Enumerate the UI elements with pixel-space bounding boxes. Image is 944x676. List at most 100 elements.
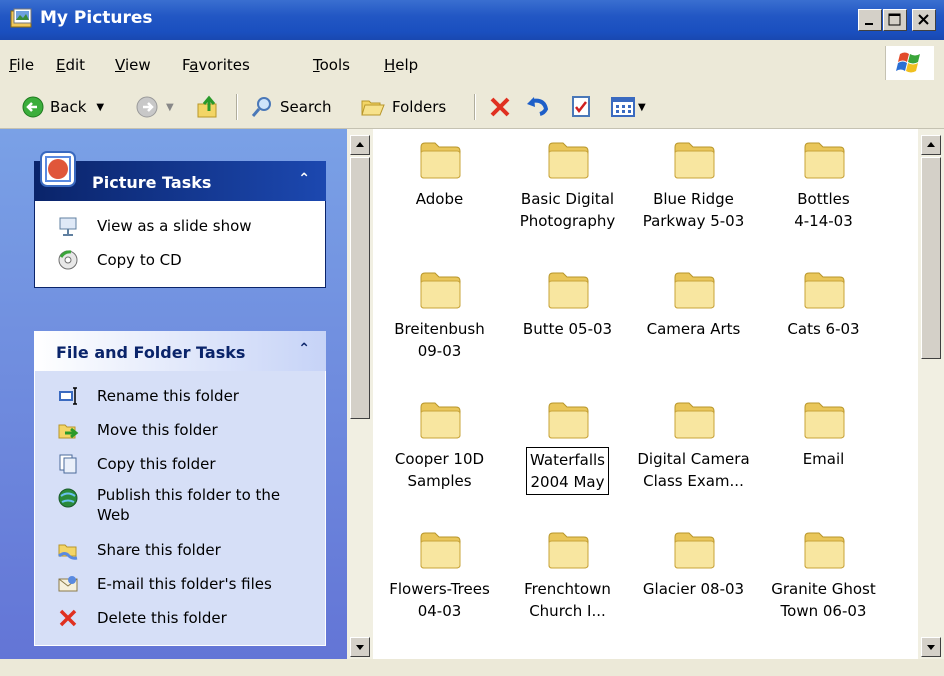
- windows-logo: [885, 46, 934, 80]
- folder-item[interactable]: Glacier 08-03: [631, 527, 756, 601]
- folder-label: Cooper 10D Samples: [394, 450, 485, 490]
- scroll-down-button[interactable]: [921, 637, 941, 657]
- delete-x-icon: [490, 97, 510, 117]
- scroll-up-button[interactable]: [921, 135, 941, 155]
- task-email-files[interactable]: E-mail this folder's files: [35, 567, 325, 601]
- back-dropdown-icon[interactable]: ▼: [96, 102, 104, 113]
- task-pane-scrollbar[interactable]: [347, 129, 373, 659]
- folder-label: Blue Ridge Parkway 5-03: [642, 190, 745, 230]
- scroll-down-button[interactable]: [350, 637, 370, 657]
- move-icon: [58, 424, 79, 439]
- task-label: Copy to CD: [97, 251, 182, 269]
- email-icon: [58, 576, 78, 592]
- folder-icon: [548, 532, 588, 569]
- folder-item[interactable]: Flowers-Trees 04-03: [377, 527, 502, 623]
- minimize-button[interactable]: [858, 9, 882, 31]
- properties-button[interactable]: [570, 94, 592, 120]
- folder-label: Basic Digital Photography: [519, 190, 616, 230]
- collapse-chevron-icon[interactable]: ⌃: [298, 171, 310, 187]
- views-button[interactable]: ▼: [610, 94, 646, 120]
- task-move-folder[interactable]: Move this folder: [35, 413, 325, 447]
- up-folder-button[interactable]: [196, 94, 220, 120]
- maximize-button[interactable]: [883, 9, 907, 31]
- folder-item[interactable]: Email: [761, 397, 886, 471]
- forward-button[interactable]: ▼: [136, 94, 174, 120]
- delete-button[interactable]: [488, 94, 512, 120]
- folder-icon: [674, 402, 714, 439]
- rename-icon: [59, 387, 77, 405]
- up-arrow-icon: [356, 142, 364, 147]
- undo-button[interactable]: [524, 94, 550, 120]
- file-folder-tasks-header[interactable]: File and Folder Tasks ⌃: [34, 331, 326, 371]
- task-view-slideshow[interactable]: View as a slide show: [35, 209, 325, 243]
- toolbar-separator: [474, 94, 476, 120]
- back-button[interactable]: Back ▼: [22, 94, 104, 120]
- delete-icon: [59, 609, 77, 627]
- scroll-thumb[interactable]: [921, 157, 941, 359]
- menu-favorites[interactable]: Favorites: [182, 56, 250, 74]
- folder-item[interactable]: Granite Ghost Town 06-03: [761, 527, 886, 623]
- views-dropdown-icon[interactable]: ▼: [638, 102, 646, 113]
- picture-tasks-header[interactable]: Picture Tasks ⌃: [34, 151, 326, 201]
- task-rename-folder[interactable]: Rename this folder: [35, 379, 325, 413]
- scroll-thumb[interactable]: [350, 157, 370, 419]
- down-arrow-icon: [356, 645, 364, 650]
- folder-icon: [420, 142, 460, 179]
- cd-icon: [58, 250, 78, 270]
- folder-item[interactable]: Frenchtown Church I...: [505, 527, 630, 623]
- task-pane: Picture Tasks ⌃ View as a slide show Cop…: [0, 129, 347, 659]
- task-copy-to-cd[interactable]: Copy to CD: [35, 243, 325, 277]
- search-button[interactable]: Search: [250, 94, 332, 120]
- task-copy-folder[interactable]: Copy this folder: [35, 447, 325, 481]
- task-delete-folder[interactable]: Delete this folder: [35, 601, 325, 635]
- my-pictures-icon: [10, 8, 32, 28]
- folder-item[interactable]: Adobe: [377, 137, 502, 211]
- folder-label: Butte 05-03: [522, 320, 613, 338]
- menu-edit[interactable]: Edit: [56, 56, 85, 74]
- folder-item[interactable]: Cooper 10D Samples: [377, 397, 502, 493]
- folder-icon: [420, 532, 460, 569]
- folder-icon: [804, 532, 844, 569]
- menu-view[interactable]: View: [115, 56, 151, 74]
- file-folder-tasks-title: File and Folder Tasks: [56, 343, 246, 362]
- folder-item[interactable]: Blue Ridge Parkway 5-03: [631, 137, 756, 233]
- folder-label: Flowers-Trees 04-03: [389, 580, 490, 620]
- file-folder-tasks-panel: File and Folder Tasks ⌃ Rename this fold…: [34, 331, 326, 646]
- folder-view-scrollbar[interactable]: [918, 129, 944, 659]
- folders-button[interactable]: Folders: [360, 94, 446, 120]
- folder-item[interactable]: Cats 6-03: [761, 267, 886, 341]
- task-label: Share this folder: [97, 541, 221, 559]
- folder-icon: [548, 142, 588, 179]
- search-label: Search: [280, 98, 332, 116]
- scroll-up-button[interactable]: [350, 135, 370, 155]
- windows-flag-icon: [896, 52, 920, 73]
- folder-item[interactable]: Camera Arts: [631, 267, 756, 341]
- menu-file[interactable]: File: [9, 56, 34, 74]
- folder-label: Glacier 08-03: [642, 580, 745, 598]
- picture-tasks-icon: [40, 151, 76, 187]
- folder-item[interactable]: Bottles 4-14-03: [761, 137, 886, 233]
- close-button[interactable]: [912, 9, 936, 31]
- task-share-folder[interactable]: Share this folder: [35, 533, 325, 567]
- folder-item[interactable]: Digital Camera Class Exam...: [631, 397, 756, 493]
- explorer-window: My Pictures File Edit View Favorites Too…: [0, 0, 944, 676]
- folder-view: Adobe Basic Digital Photography Blue Ridge P…: [373, 129, 918, 659]
- folder-item[interactable]: Waterfalls 2004 May: [505, 397, 630, 495]
- menu-tools[interactable]: Tools: [313, 56, 350, 74]
- toolbar: Back ▼ ▼ Search Folders ▼: [0, 86, 944, 129]
- share-icon: [58, 544, 78, 560]
- menu-help[interactable]: Help: [384, 56, 418, 74]
- folder-item[interactable]: Basic Digital Photography: [505, 137, 630, 233]
- forward-dropdown-icon[interactable]: ▼: [166, 102, 174, 113]
- folders-icon: [361, 100, 385, 116]
- undo-icon: [527, 97, 549, 116]
- folder-icon: [548, 272, 588, 309]
- views-grid-icon: [611, 97, 635, 117]
- folder-label: Bottles 4-14-03: [794, 190, 853, 230]
- folder-item[interactable]: Butte 05-03: [505, 267, 630, 341]
- collapse-chevron-icon[interactable]: ⌃: [298, 341, 310, 357]
- title-bar[interactable]: My Pictures: [0, 0, 944, 40]
- task-publish-web[interactable]: Publish this folder to the Web: [35, 481, 325, 533]
- folder-icon: [804, 272, 844, 309]
- folder-item[interactable]: Breitenbush 09-03: [377, 267, 502, 363]
